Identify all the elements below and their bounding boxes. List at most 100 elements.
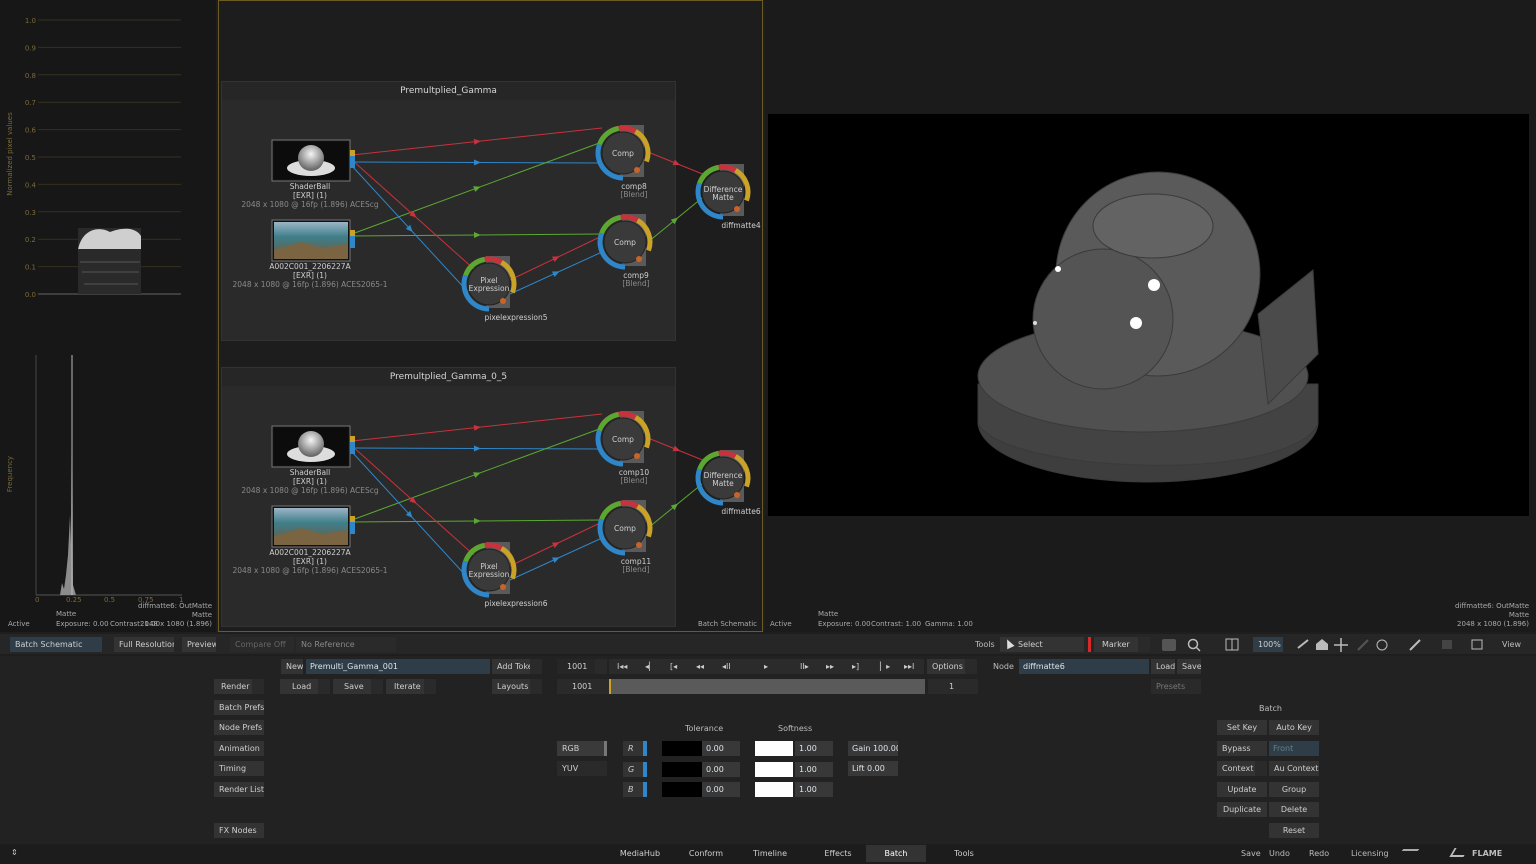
rgb-mode-button[interactable]: RGB [557,741,607,756]
transport-controls[interactable]: I◂◂ ◂▏ [◂ ◂◂ ◂II ▸ II▸ ▸▸ ▸] ▏▸ ▸▸I [612,659,924,674]
tab-mediahub[interactable]: MediaHub [610,845,670,862]
duplicate-button[interactable]: Duplicate [1217,802,1267,817]
softness-field[interactable]: 1.00 [795,761,833,777]
highlight-dot [1055,266,1061,272]
layouts-button[interactable]: Layouts [492,679,542,694]
channel-b-button[interactable]: B [623,782,647,797]
footer-licensing[interactable]: Licensing [1351,849,1389,858]
render-button[interactable]: Render [214,679,264,694]
au-context-button[interactable]: Au Context [1269,761,1319,776]
clip-resolution: 2048 x 1080 @ 16fp (1.896) ACEScg [241,486,379,495]
front-field[interactable]: Front [1269,741,1319,756]
tolerance-swatch[interactable] [662,741,702,756]
full-resolution-button[interactable]: Full Resolution [114,637,174,652]
group-title: Premultplied_Gamma_0_5 [222,368,675,386]
node-load-button[interactable]: Load [1151,659,1175,674]
options-button[interactable]: Options [927,659,977,674]
softness-swatch[interactable] [755,741,793,756]
viewer-res: 2048 x 1080 (1.896) [1457,620,1529,628]
goto-start-icon[interactable]: I◂◂ [617,659,627,674]
viewer-panel[interactable]: Active Matte Exposure: 0.00 Contrast: 1.… [765,0,1536,632]
comp-mode: [Blend] [622,565,650,574]
next-mark-icon[interactable]: ▸] [852,659,859,674]
scopes-state: Active [8,620,30,628]
frame-start-field[interactable]: 1001 [557,679,609,694]
node-prefs-button[interactable]: Node Prefs [214,720,264,735]
schematic-label: Batch Schematic [697,620,757,628]
yuv-mode-button[interactable]: YUV [557,761,607,776]
viewer-source-channel: Matte [1508,611,1529,619]
link-icon [1297,639,1309,649]
timing-button[interactable]: Timing [214,761,264,776]
tab-effects[interactable]: Effects [808,845,868,862]
batch-schematic-view-button[interactable]: Batch Schematic [10,637,102,652]
load-button[interactable]: Load [280,679,330,694]
softness-swatch[interactable] [755,782,793,797]
animation-button[interactable]: Animation [214,741,264,756]
group-button[interactable]: Group [1269,782,1319,797]
node-save-button[interactable]: Save [1177,659,1201,674]
setup-name-field[interactable]: Premulti_Gamma_001 [306,659,490,674]
iterate-button[interactable]: Iterate [386,679,436,694]
tab-batch[interactable]: Batch [866,845,926,862]
channel-r-button[interactable]: R [623,741,647,756]
group-premultiplied-gamma-0-5[interactable]: Premultplied_Gamma_0_5 [221,367,676,627]
set-key-button[interactable]: Set Key [1217,720,1267,735]
step-fwd-icon[interactable]: ▸▸ [826,659,834,674]
batch-prefs-button[interactable]: Batch Prefs [214,700,264,715]
auto-key-button[interactable]: Auto Key [1269,720,1319,735]
group-premultiplied-gamma[interactable]: Premultplied_Gamma [221,81,676,341]
softness-swatch[interactable] [755,761,793,777]
lift-field[interactable]: Lift 0.00 [848,761,898,776]
tools-label: Tools [975,640,995,649]
timebar[interactable] [609,679,925,694]
clip-resolution: 2048 x 1080 @ 16fp (1.896) ACES2065-1 [232,280,388,289]
reset-button[interactable]: Reset [1269,823,1319,838]
play-fwd-icon[interactable]: II▸ [800,659,809,674]
footer-redo[interactable]: Redo [1309,849,1329,858]
render-list-button[interactable]: Render List [214,782,264,797]
tolerance-field[interactable]: 0.00 [702,741,740,756]
prev-mark-icon[interactable]: [◂ [670,659,677,674]
footer-save[interactable]: Save [1241,849,1261,858]
marker-button[interactable]: Marker [1094,637,1150,652]
viewer-toolbar-icons[interactable] [1158,636,1488,654]
compare-button[interactable]: Compare Off [230,637,294,652]
fx-nodes-button[interactable]: FX Nodes [214,823,264,838]
zoom-field[interactable]: 100% [1253,637,1283,652]
save-setup-button[interactable]: Save [333,679,383,694]
context-button[interactable]: Context [1217,761,1267,776]
tolerance-field[interactable]: 0.00 [702,782,740,797]
preview-button[interactable]: Preview [182,637,216,652]
add-token-button[interactable]: Add Token [492,659,542,674]
tab-tools[interactable]: Tools [934,845,994,862]
play-icon[interactable]: ▸ [764,659,768,674]
delete-button[interactable]: Delete [1269,802,1319,817]
frame-count-field[interactable]: 1 [928,679,978,694]
step-back-icon[interactable]: ◂◂ [696,659,704,674]
presets-button[interactable]: Presets [1151,679,1201,694]
waveform-tick: 0.1 [25,264,36,272]
prev-key-icon[interactable]: ◂▏ [645,659,655,674]
update-button[interactable]: Update [1217,782,1267,797]
next-key-icon[interactable]: ▏▸ [880,659,890,674]
tab-timeline[interactable]: Timeline [740,845,800,862]
tolerance-swatch[interactable] [662,782,702,797]
softness-field[interactable]: 1.00 [795,741,833,756]
tolerance-field[interactable]: 0.00 [702,761,740,777]
view-menu[interactable]: View [1502,640,1521,649]
tab-conform[interactable]: Conform [676,845,736,862]
goto-end-icon[interactable]: ▸▸I [904,659,914,674]
play-back-icon[interactable]: ◂II [722,659,731,674]
tolerance-swatch[interactable] [662,761,702,777]
bypass-button[interactable]: Bypass [1217,741,1267,756]
gain-field[interactable]: Gain 100.00 [848,741,898,756]
channel-g-button[interactable]: G [623,761,647,777]
expand-icon[interactable]: ⇕ [11,848,18,857]
node-name-field[interactable]: diffmatte6 [1019,659,1149,674]
reference-button[interactable]: No Reference [296,637,396,652]
softness-field[interactable]: 1.00 [795,782,833,797]
current-frame-field[interactable]: 1001 [557,659,607,674]
new-button[interactable]: New [281,659,303,674]
footer-undo[interactable]: Undo [1269,849,1290,858]
